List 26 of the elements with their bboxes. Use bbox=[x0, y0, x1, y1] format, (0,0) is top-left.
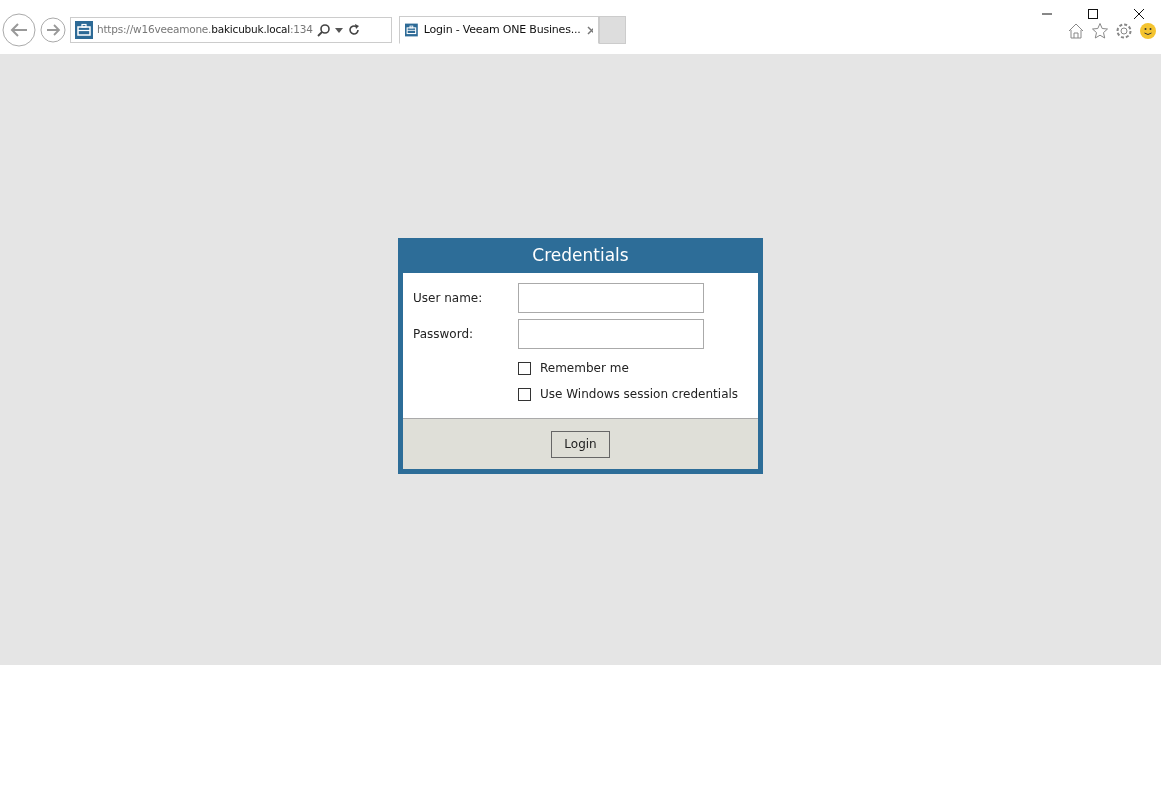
login-button[interactable]: Login bbox=[551, 430, 610, 458]
checkbox-label: Remember me bbox=[540, 360, 629, 377]
checkbox[interactable] bbox=[518, 361, 531, 375]
tab-title: Login - Veeam ONE Busines... bbox=[423, 21, 581, 38]
checkbox[interactable] bbox=[518, 387, 531, 401]
search-icon[interactable] bbox=[316, 23, 331, 37]
back-icon[interactable] bbox=[2, 13, 36, 47]
checkbox-label: Use Windows session credentials bbox=[540, 386, 739, 403]
briefcase-icon bbox=[405, 21, 418, 39]
field-label: Password: bbox=[413, 326, 475, 343]
maximize-icon[interactable] bbox=[1087, 7, 1099, 20]
url-text: https://w16veeamone.bakicubuk.local:134 bbox=[97, 22, 313, 38]
field-label: User name: bbox=[413, 290, 484, 307]
text-field[interactable] bbox=[518, 283, 704, 313]
smiley-icon[interactable] bbox=[1139, 22, 1157, 40]
dialog-title: Credentials bbox=[531, 243, 630, 267]
star-icon[interactable] bbox=[1091, 22, 1109, 40]
dropdown-icon[interactable] bbox=[334, 27, 343, 33]
briefcase-icon bbox=[75, 21, 93, 39]
close-icon[interactable] bbox=[1133, 7, 1145, 20]
forward-icon[interactable] bbox=[40, 17, 66, 43]
refresh-icon[interactable] bbox=[346, 23, 361, 37]
close-tab-icon[interactable] bbox=[586, 25, 593, 35]
address-bar[interactable]: https://w16veeamone.bakicubuk.local:134 bbox=[70, 17, 392, 43]
text-field[interactable] bbox=[518, 319, 704, 349]
browser-tab[interactable]: Login - Veeam ONE Busines... bbox=[399, 16, 599, 44]
